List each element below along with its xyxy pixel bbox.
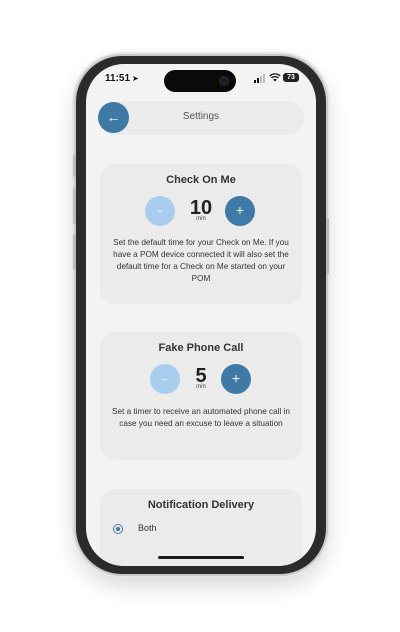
check-on-me-unit: min [196, 216, 206, 222]
fake-phone-call-title: Fake Phone Call [158, 342, 244, 354]
check-on-me-title: Check On Me [166, 174, 236, 186]
page-title: Settings [182, 111, 220, 122]
power-button [326, 218, 329, 274]
notification-delivery-title: Notification Delivery [147, 499, 255, 511]
check-on-me-decrease-button[interactable]: - [145, 196, 175, 226]
fake-phone-call-card: Fake Phone Call - 5 min + Set a timer to… [100, 332, 302, 460]
radio-both[interactable] [113, 524, 123, 534]
fake-phone-call-decrease-button[interactable]: - [150, 364, 180, 394]
status-time: 11:51 [105, 73, 131, 84]
dynamic-island [164, 70, 236, 92]
status-bar: 11:51 ➤ 73 [86, 64, 316, 94]
minus-icon: - [157, 202, 163, 218]
battery-icon: 73 [283, 73, 299, 82]
check-on-me-card: Check On Me - 10 min + Set the default t… [100, 164, 302, 304]
check-on-me-description: Set the default time for your Check on M… [113, 238, 289, 283]
location-arrow-icon: ➤ [132, 74, 139, 83]
plus-icon: + [235, 202, 245, 218]
fake-phone-call-increase-button[interactable]: + [221, 364, 251, 394]
cellular-signal-icon [254, 74, 265, 83]
volume-up-button [73, 188, 76, 224]
radio-selected-dot [116, 527, 120, 531]
check-on-me-increase-button[interactable]: + [225, 196, 255, 226]
app-screen: 11:51 ➤ 73 ← Settings Check On Me - 10 m… [86, 64, 316, 566]
home-indicator[interactable] [158, 556, 244, 559]
wifi-icon [269, 73, 281, 82]
fake-phone-call-description: Set a timer to receive an automated phon… [112, 407, 290, 428]
plus-icon: + [231, 370, 241, 386]
notification-delivery-card: Notification Delivery Both [100, 489, 302, 566]
camera-icon [219, 76, 229, 86]
volume-down-button [73, 234, 76, 270]
silent-switch [73, 155, 76, 177]
fake-phone-call-unit: min [196, 384, 206, 390]
minus-icon: - [162, 370, 168, 386]
radio-both-label[interactable]: Both [138, 523, 157, 533]
